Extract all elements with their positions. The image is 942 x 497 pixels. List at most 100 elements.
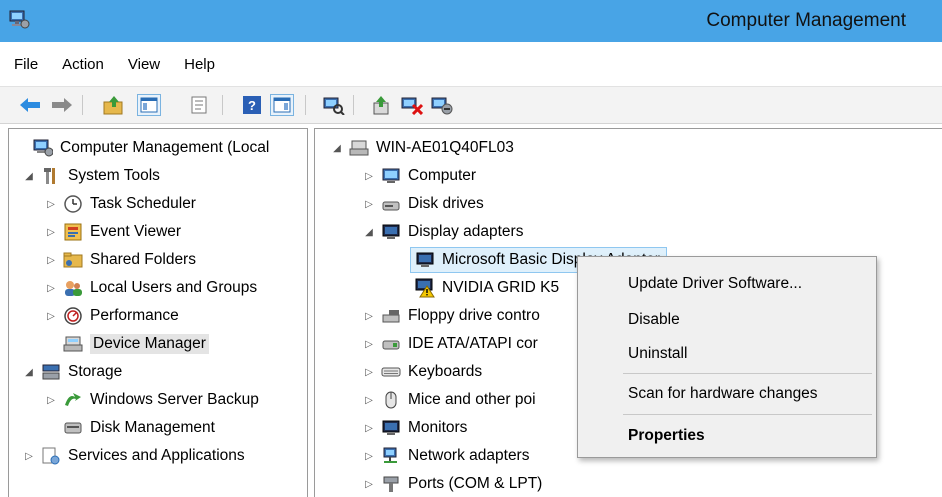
- collapsed-arrow-icon[interactable]: ▷: [363, 478, 375, 490]
- ide-controller-icon: [381, 334, 401, 354]
- tree-item-storage[interactable]: ◢ Storage: [23, 359, 122, 385]
- tree-item-computer-management[interactable]: Computer Management (Local: [15, 135, 269, 161]
- collapsed-arrow-icon[interactable]: ▷: [23, 450, 35, 462]
- device-label: Disk drives: [408, 195, 484, 212]
- backup-icon: [63, 390, 83, 410]
- menu-item-uninstall[interactable]: Uninstall: [628, 345, 687, 363]
- tree-item-system-tools[interactable]: ◢ System Tools: [23, 163, 160, 189]
- tree-item-windows-server-backup[interactable]: ▷ Windows Server Backup: [45, 387, 259, 413]
- toolbar: ?: [0, 86, 942, 124]
- keyboard-icon: [381, 362, 401, 382]
- help-icon[interactable]: ?: [240, 94, 264, 116]
- tree-item-services-applications[interactable]: ▷ Services and Applications: [23, 443, 245, 469]
- users-icon: [63, 278, 83, 298]
- collapsed-arrow-icon[interactable]: ▷: [45, 226, 57, 238]
- expanded-arrow-icon[interactable]: ◢: [23, 170, 35, 182]
- device-category-computer[interactable]: ▷ Computer: [363, 163, 476, 189]
- properties-icon[interactable]: [187, 94, 211, 116]
- collapsed-arrow-icon[interactable]: ▷: [45, 254, 57, 266]
- device-category-ports[interactable]: ▷ Ports (COM & LPT): [363, 471, 542, 497]
- expanded-arrow-icon[interactable]: ◢: [23, 366, 35, 378]
- device-label: Monitors: [408, 419, 468, 436]
- collapsed-arrow-icon[interactable]: ▷: [363, 422, 375, 434]
- computer-management-icon: [9, 10, 30, 29]
- collapsed-arrow-icon[interactable]: ▷: [363, 394, 375, 406]
- device-item-nvidia-grid[interactable]: NVIDIA GRID K5: [415, 275, 559, 301]
- collapsed-arrow-icon[interactable]: ▷: [363, 338, 375, 350]
- collapsed-arrow-icon[interactable]: ▷: [45, 394, 57, 406]
- collapsed-arrow-icon[interactable]: ▷: [363, 450, 375, 462]
- collapsed-arrow-icon[interactable]: ▷: [363, 198, 375, 210]
- console-tree[interactable]: Computer Management (Local ◢ System Tool…: [8, 128, 308, 497]
- tree-label: Windows Server Backup: [90, 391, 259, 408]
- device-category-floppy[interactable]: ▷ Floppy drive contro: [363, 303, 540, 329]
- menu-file[interactable]: File: [12, 52, 40, 77]
- collapsed-arrow-icon[interactable]: ▷: [45, 198, 57, 210]
- forward-icon[interactable]: [50, 94, 74, 116]
- tools-icon: [41, 166, 61, 186]
- display-adapter-icon: [415, 250, 435, 270]
- show-hide-action-pane-icon[interactable]: [270, 94, 294, 116]
- device-label: Computer: [408, 167, 477, 184]
- tree-item-performance[interactable]: ▷ Performance: [45, 303, 179, 329]
- menu-action[interactable]: Action: [60, 52, 106, 77]
- collapsed-arrow-icon[interactable]: ▷: [45, 282, 57, 294]
- tree-label: Services and Applications: [68, 447, 245, 464]
- computer-management-icon: [33, 138, 53, 158]
- device-category-mice[interactable]: ▷ Mice and other poi: [363, 387, 536, 413]
- menu-item-properties[interactable]: Properties: [628, 427, 705, 445]
- device-category-disk-drives[interactable]: ▷ Disk drives: [363, 191, 484, 217]
- device-category-ide[interactable]: ▷ IDE ATA/ATAPI cor: [363, 331, 538, 357]
- svg-text:?: ?: [248, 98, 256, 113]
- clock-icon: [63, 194, 83, 214]
- services-icon: [41, 446, 61, 466]
- monitor-icon: [381, 418, 401, 438]
- expanded-arrow-icon[interactable]: ◢: [363, 226, 375, 238]
- network-adapter-icon: [381, 446, 401, 466]
- tree-item-shared-folders[interactable]: ▷ Shared Folders: [45, 247, 196, 273]
- port-icon: [381, 474, 401, 494]
- warning-display-adapter-icon: [415, 278, 435, 298]
- collapsed-arrow-icon[interactable]: ▷: [363, 366, 375, 378]
- storage-icon: [41, 362, 61, 382]
- toolbar-separator: [222, 95, 223, 115]
- menu-item-disable[interactable]: Disable: [628, 311, 680, 329]
- tree-label: Event Viewer: [90, 223, 182, 240]
- disable-device-icon[interactable]: [430, 94, 454, 116]
- menu-item-update-driver[interactable]: Update Driver Software...: [628, 275, 802, 293]
- update-driver-icon[interactable]: [370, 94, 394, 116]
- tree-label: Computer Management (Local: [60, 139, 270, 156]
- computer-icon: [381, 166, 401, 186]
- menu-separator: [623, 373, 872, 374]
- tree-item-local-users[interactable]: ▷ Local Users and Groups: [45, 275, 257, 301]
- expanded-arrow-icon[interactable]: ◢: [331, 142, 343, 154]
- menu-help[interactable]: Help: [182, 52, 217, 77]
- up-folder-icon[interactable]: [102, 94, 126, 116]
- context-menu: Update Driver Software... Disable Uninst…: [577, 256, 877, 458]
- collapsed-arrow-icon[interactable]: ▷: [45, 310, 57, 322]
- tree-item-event-viewer[interactable]: ▷ Event Viewer: [45, 219, 181, 245]
- device-label: IDE ATA/ATAPI cor: [408, 335, 538, 352]
- disk-drive-icon: [381, 194, 401, 214]
- device-category-keyboards[interactable]: ▷ Keyboards: [363, 359, 482, 385]
- uninstall-device-icon[interactable]: [400, 94, 424, 116]
- menu-item-scan-hardware[interactable]: Scan for hardware changes: [628, 385, 818, 403]
- back-icon[interactable]: [18, 94, 42, 116]
- device-category-monitors[interactable]: ▷ Monitors: [363, 415, 467, 441]
- device-label: Floppy drive contro: [408, 307, 540, 324]
- device-root[interactable]: ◢ WIN-AE01Q40FL03: [331, 135, 514, 161]
- device-label: Ports (COM & LPT): [408, 475, 543, 492]
- tree-label: Disk Management: [90, 419, 215, 436]
- collapsed-arrow-icon[interactable]: ▷: [363, 170, 375, 182]
- tree-item-disk-management[interactable]: Disk Management: [45, 415, 215, 441]
- device-category-display-adapters[interactable]: ◢ Display adapters: [363, 219, 523, 245]
- device-category-network[interactable]: ▷ Network adapters: [363, 443, 529, 469]
- device-label: NVIDIA GRID K5: [442, 279, 560, 296]
- tree-item-task-scheduler[interactable]: ▷ Task Scheduler: [45, 191, 196, 217]
- menu-bar: File Action View Help: [0, 42, 942, 86]
- menu-view[interactable]: View: [126, 52, 162, 77]
- tree-item-device-manager[interactable]: Device Manager: [45, 331, 209, 357]
- scan-hardware-icon[interactable]: [322, 94, 346, 116]
- show-hide-tree-icon[interactable]: [137, 94, 161, 116]
- collapsed-arrow-icon[interactable]: ▷: [363, 310, 375, 322]
